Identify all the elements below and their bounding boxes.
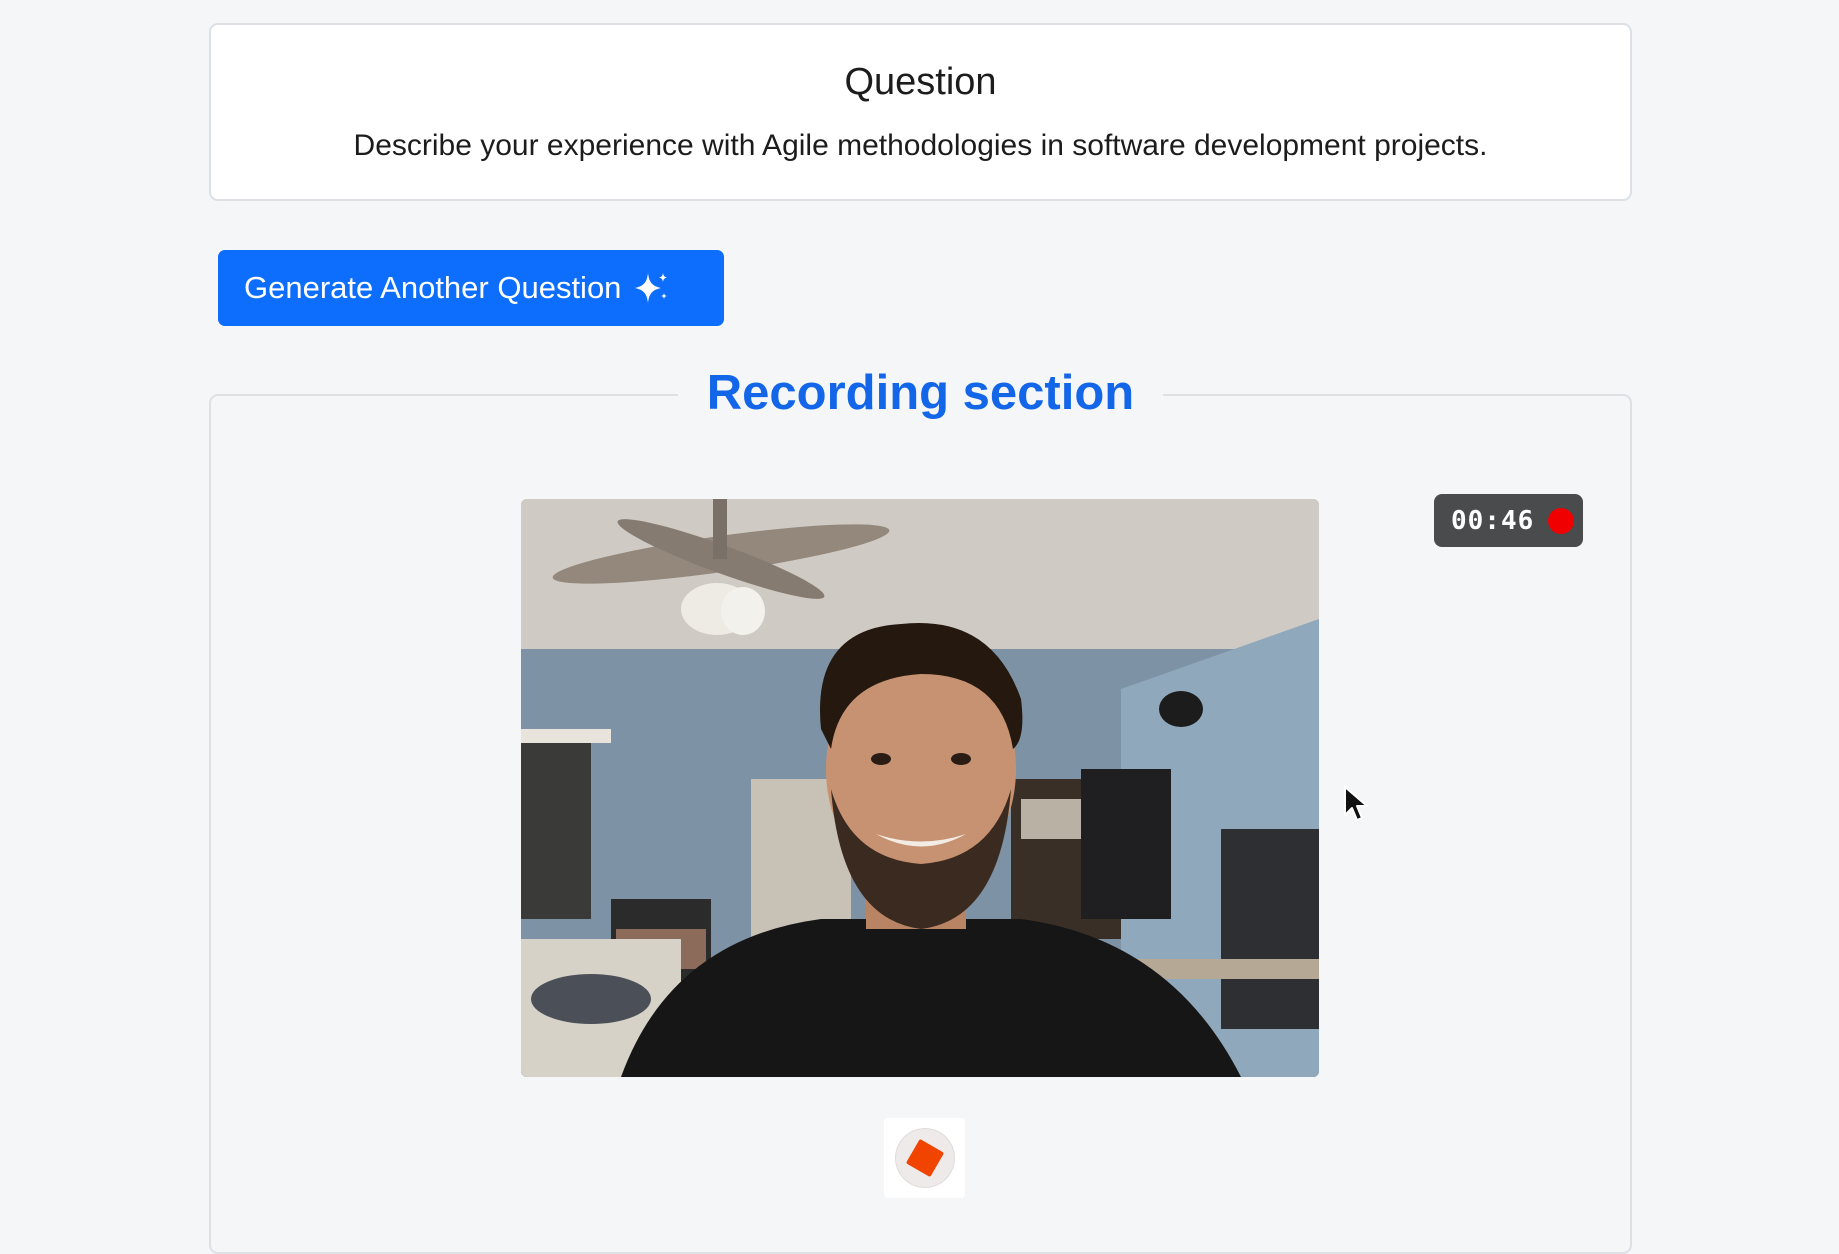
record-dot-icon — [1548, 507, 1575, 534]
stop-button-circle — [895, 1129, 954, 1187]
timer-text: 00:46 — [1451, 505, 1535, 536]
recording-timer: 00:46 — [1434, 494, 1583, 547]
stop-recording-button[interactable] — [884, 1118, 965, 1198]
stop-icon — [905, 1138, 944, 1178]
mouse-cursor-icon — [1344, 786, 1368, 821]
generate-another-question-button[interactable]: Generate Another Question — [218, 250, 724, 326]
generate-button-label: Generate Another Question — [244, 270, 622, 305]
question-text: Describe your experience with Agile meth… — [353, 129, 1488, 162]
sparkles-icon — [633, 269, 671, 307]
webcam-preview — [521, 499, 1319, 1077]
question-title: Question — [844, 61, 997, 103]
question-card: Question Describe your experience with A… — [209, 23, 1632, 201]
recording-section-title: Recording section — [678, 362, 1163, 424]
